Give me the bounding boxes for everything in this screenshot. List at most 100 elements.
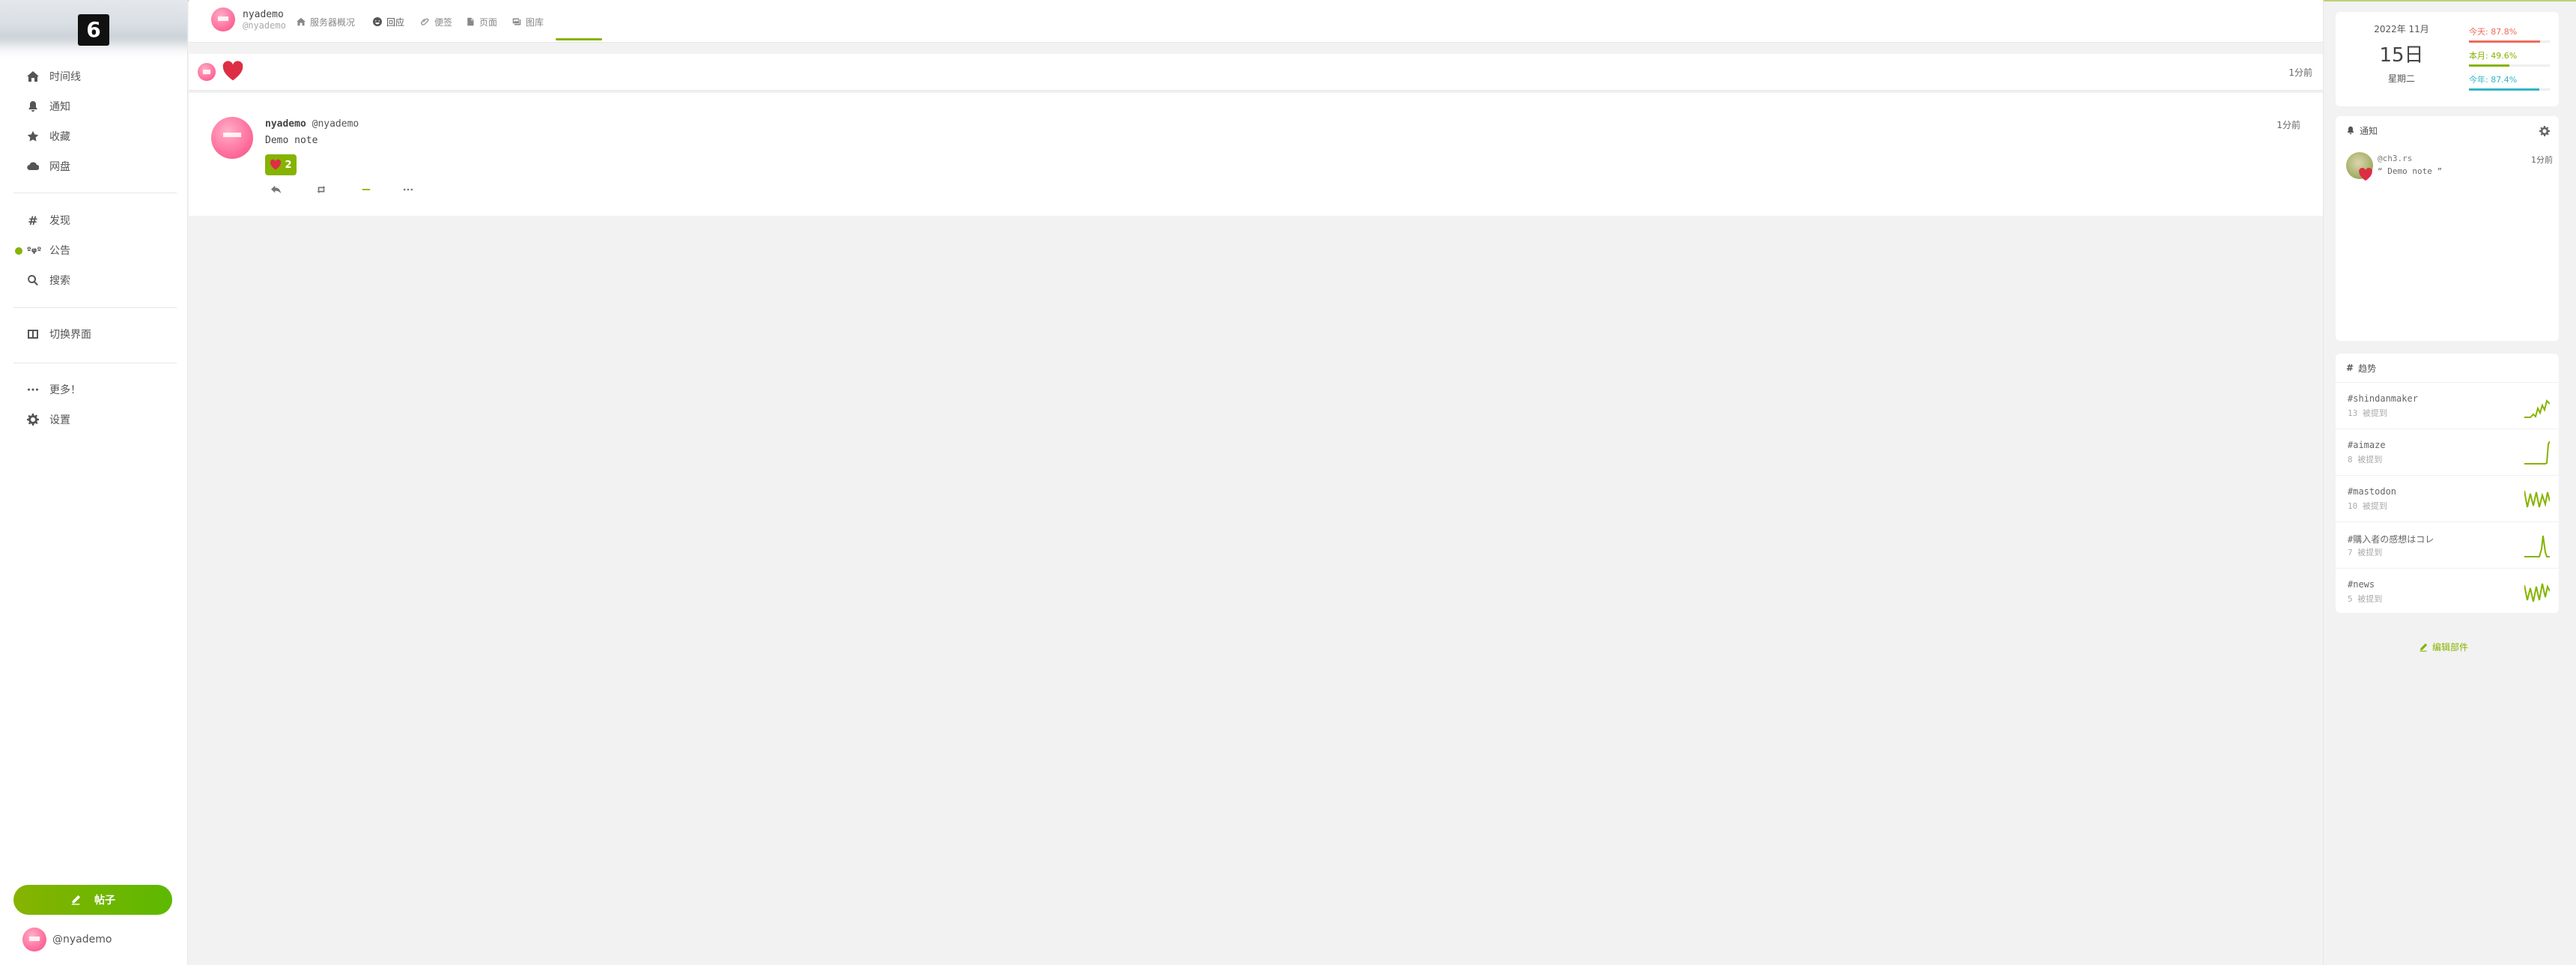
trend-sparkline [2524, 399, 2550, 418]
notification-settings-button[interactable] [2539, 125, 2550, 136]
more-button[interactable] [400, 181, 416, 198]
unread-indicator-dot [15, 247, 22, 255]
home-icon [297, 17, 306, 26]
trend-item[interactable]: #購入者の感想はコレ 7 被提到 [2336, 521, 2559, 569]
account-switcher[interactable]: @nyademo [22, 928, 112, 952]
note-time[interactable]: 1分前 [2276, 118, 2300, 131]
header-user-acct: @nyademo [243, 19, 286, 31]
trend-tag: #news [2348, 579, 2375, 590]
tab-gallery[interactable]: 图库 [512, 6, 544, 37]
progress-year: 今年: 87.4% [2469, 73, 2550, 97]
trend-count: 5 被提到 [2348, 594, 2383, 604]
bell-icon [2347, 126, 2354, 135]
images-icon [512, 18, 521, 25]
instance-logo[interactable]: 6 [78, 14, 109, 46]
header-user[interactable]: nyademo @nyademo [211, 7, 286, 31]
sidebar-item-label: 设置 [49, 414, 70, 426]
trend-tag: #mastodon [2348, 486, 2397, 497]
progress-fill [2469, 40, 2540, 43]
gear-icon [2539, 126, 2550, 136]
renote-button[interactable] [313, 181, 329, 198]
note-card: nyademo @nyademo 1分前 Demo note 2 [189, 93, 2323, 216]
sidebar-item-label: 切换界面 [49, 329, 91, 341]
react-button[interactable] [358, 181, 374, 198]
trend-sparkline [2524, 441, 2550, 465]
reaction-time: 1分前 [2288, 67, 2312, 78]
note-author-name: nyademo [265, 118, 306, 130]
tab-pages[interactable]: 页面 [466, 6, 497, 37]
reaction-notification[interactable]: 1分前 [189, 54, 2323, 91]
columns-icon [28, 330, 38, 339]
reaction-count: 2 [285, 159, 292, 171]
avatar [22, 928, 46, 952]
tab-label: 回应 [386, 16, 405, 28]
trend-item[interactable]: #aimaze 8 被提到 [2336, 429, 2559, 476]
progress-label: 今年: 87.4% [2469, 75, 2518, 85]
sidebar-item-label: 搜索 [49, 275, 70, 287]
sidebar-item-search[interactable]: 搜索 [27, 270, 70, 291]
sidebar-item-switch-ui[interactable]: 切换界面 [27, 324, 91, 345]
trend-count: 8 被提到 [2348, 455, 2383, 465]
widget-title: 通知 [2360, 125, 2378, 136]
note-author[interactable]: nyademo @nyademo [265, 118, 359, 130]
account-handle: @nyademo [52, 934, 112, 946]
sidebar-item-label: 公告 [49, 245, 70, 257]
sidebar-item-more[interactable]: 更多！ [27, 379, 81, 400]
trend-item[interactable]: #news 5 被提到 [2336, 568, 2559, 615]
edit-widgets-button[interactable]: 编辑部件 [2419, 641, 2468, 653]
sidebar-item-timeline[interactable]: 时间线 [27, 66, 81, 87]
sidebar-item-label: 更多！ [49, 384, 81, 396]
sidebar-item-settings[interactable]: 设置 [27, 409, 70, 430]
notification-user: @ch3.rs [2378, 154, 2413, 163]
hashtag-icon: # [28, 213, 38, 228]
compose-note-button[interactable]: 帖子 [13, 885, 172, 915]
progress-label: 本月: 49.6% [2469, 51, 2518, 61]
edit-widgets-label: 编辑部件 [2432, 642, 2469, 653]
reply-button[interactable] [268, 181, 285, 198]
tab-overview[interactable]: 服务器概况 [297, 6, 355, 37]
sidebar-item-drive[interactable]: 网盘 [27, 156, 70, 177]
sidebar-item-favorites[interactable]: 收藏 [27, 126, 70, 147]
sidebar-item-label: 网盘 [49, 161, 70, 173]
bell-icon [28, 101, 37, 112]
tab-label: 页面 [479, 16, 498, 28]
avatar [198, 63, 216, 81]
sidebar-divider [13, 307, 177, 308]
trend-sparkline [2524, 583, 2550, 602]
trend-count: 7 被提到 [2348, 548, 2383, 557]
compose-note-label: 帖子 [94, 895, 115, 907]
sidebar-item-notifications[interactable]: 通知 [27, 96, 70, 117]
notification-item[interactable]: @ch3.rs “ Demo note ” 1分前 [2346, 152, 2553, 187]
note-text: Demo note [265, 135, 318, 146]
ellipsis-icon [28, 388, 38, 391]
progress-month: 本月: 49.6% [2469, 49, 2550, 73]
trend-count: 10 被提到 [2348, 501, 2387, 511]
note-author-avatar[interactable] [211, 117, 253, 159]
sidebar-item-announcements[interactable]: ºφº 公告 [27, 240, 70, 261]
heart-icon [2359, 167, 2372, 181]
trend-tag: #購入者の感想はコレ [2348, 534, 2434, 545]
widget-header: # 趋势 [2336, 354, 2559, 382]
tab-reactions[interactable]: 回应 [373, 6, 404, 37]
tab-label: 服务器概况 [310, 16, 356, 28]
notification-text: “ Demo note ” [2378, 166, 2443, 176]
reaction-button[interactable]: 2 [265, 154, 297, 175]
trends-widget: # 趋势 #shindanmaker 13 被提到 #aimaze 8 被提到 … [2336, 354, 2559, 613]
sidebar-item-explore[interactable]: # 发现 [27, 210, 70, 231]
star-icon [27, 130, 39, 142]
trend-count: 13 被提到 [2348, 408, 2387, 418]
avatar [211, 7, 235, 31]
sidebar-item-label: 收藏 [49, 131, 70, 143]
minus-icon [362, 189, 371, 190]
calendar-year-month: 2022年 11月 [2374, 24, 2429, 34]
tab-clips[interactable]: 便签 [421, 6, 452, 37]
home-icon [27, 71, 39, 82]
note-author-acct: @nyademo [312, 118, 359, 130]
trend-item[interactable]: #shindanmaker 13 被提到 [2336, 382, 2559, 429]
active-tab-indicator [556, 38, 602, 40]
cloud-icon [27, 162, 39, 171]
notifications-widget: 通知 @ch3.rs “ Demo note ” 1分前 [2336, 116, 2559, 341]
trend-item[interactable]: #mastodon 10 被提到 [2336, 475, 2559, 522]
calendar-weekday: 星期二 [2387, 73, 2415, 84]
heart-icon [270, 159, 282, 170]
